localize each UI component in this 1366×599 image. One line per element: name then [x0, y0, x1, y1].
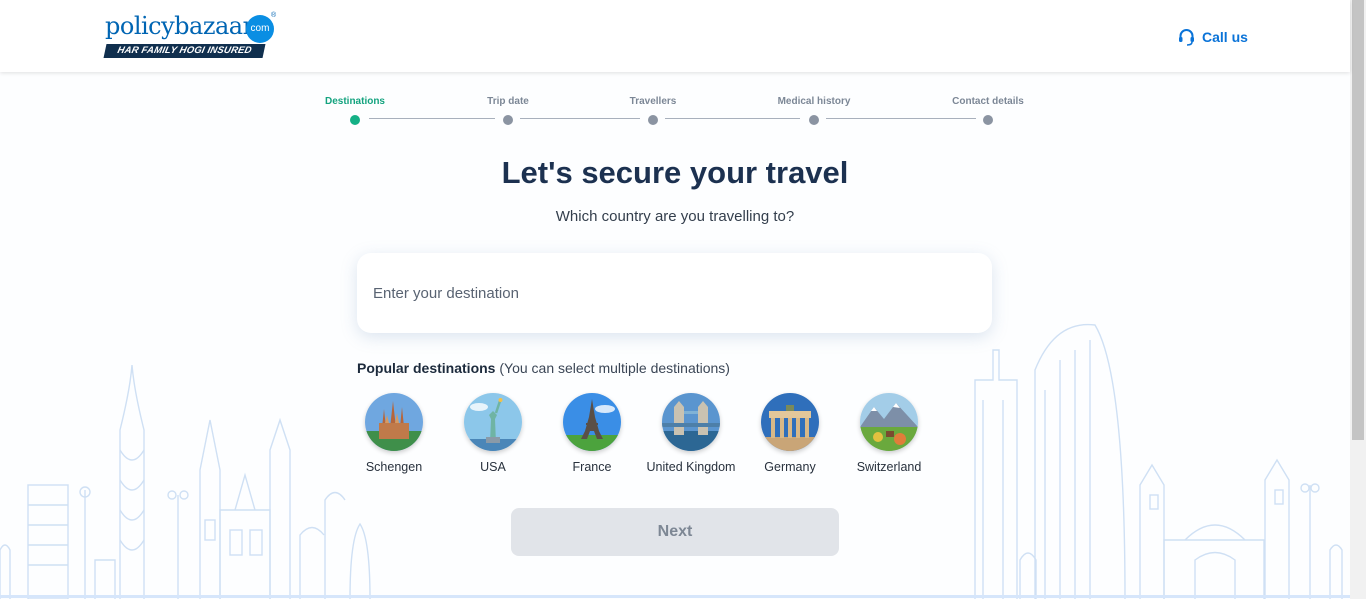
call-us-button[interactable]: Call us — [1178, 27, 1248, 47]
destination-field[interactable] — [357, 253, 992, 333]
step-label: Destinations — [324, 96, 385, 107]
sagrada-familia-icon — [365, 393, 423, 451]
destination-name: Switzerland — [856, 460, 922, 474]
policybazaar-logo[interactable]: policybazaar com ® HAR FAMILY HOGI INSUR… — [103, 12, 280, 60]
step-dot — [648, 115, 658, 125]
step-label: Contact details — [952, 96, 1024, 107]
logo-trademark: ® — [271, 12, 277, 19]
popular-destinations-hint: (You can select multiple destinations) — [499, 360, 730, 376]
step-trip-date[interactable]: Trip date — [448, 96, 568, 125]
statue-of-liberty-icon — [464, 393, 522, 451]
brandenburg-gate-icon — [761, 393, 819, 451]
logo-com-badge: com — [246, 15, 274, 43]
destination-usa[interactable]: USA — [448, 393, 538, 476]
step-label: Medical history — [777, 96, 851, 107]
destination-name: United Kingdom — [646, 460, 736, 474]
progress-stepper: Destinations Trip date Travellers Medica… — [300, 96, 1040, 126]
next-button[interactable]: Next — [511, 508, 839, 556]
destination-name: Schengen — [365, 460, 423, 474]
vertical-scrollbar[interactable] — [1350, 0, 1366, 599]
headset-icon — [1179, 29, 1194, 46]
tower-bridge-icon — [662, 393, 720, 451]
step-label: Trip date — [487, 96, 529, 107]
destination-input[interactable] — [373, 281, 973, 305]
step-travellers[interactable]: Travellers — [593, 96, 713, 125]
logo-tagline: HAR FAMILY HOGI INSURED — [103, 44, 266, 58]
destination-name: France — [572, 460, 612, 474]
step-destinations[interactable]: Destinations — [295, 96, 415, 125]
destination-germany[interactable]: Germany — [745, 393, 835, 476]
step-medical-history[interactable]: Medical history — [754, 96, 874, 125]
call-us-label: Call us — [1202, 29, 1248, 45]
step-dot — [503, 115, 513, 125]
destination-name: USA — [480, 460, 506, 474]
step-dot-active — [350, 115, 360, 125]
step-contact-details[interactable]: Contact details — [928, 96, 1048, 125]
destination-name: Germany — [764, 460, 816, 474]
step-dot — [809, 115, 819, 125]
logo-wordmark: policybazaar — [105, 12, 254, 40]
popular-destinations-title: Popular destinations — [357, 360, 496, 376]
destination-switzerland[interactable]: Switzerland — [844, 393, 934, 476]
page-subtitle: Which country are you travelling to? — [555, 208, 795, 225]
destination-schengen[interactable]: Schengen — [349, 393, 439, 476]
destination-united-kingdom[interactable]: United Kingdom — [646, 393, 736, 476]
step-dot — [983, 115, 993, 125]
popular-destinations-label: Popular destinations (You can select mul… — [357, 360, 730, 376]
eiffel-tower-icon — [563, 393, 621, 451]
scrollbar-thumb[interactable] — [1352, 0, 1364, 440]
page-title: Let's secure your travel — [501, 155, 849, 190]
destination-france[interactable]: France — [547, 393, 637, 476]
header: policybazaar com ® HAR FAMILY HOGI INSUR… — [0, 0, 1350, 72]
step-label: Travellers — [629, 96, 677, 107]
swiss-alps-icon — [860, 393, 918, 451]
